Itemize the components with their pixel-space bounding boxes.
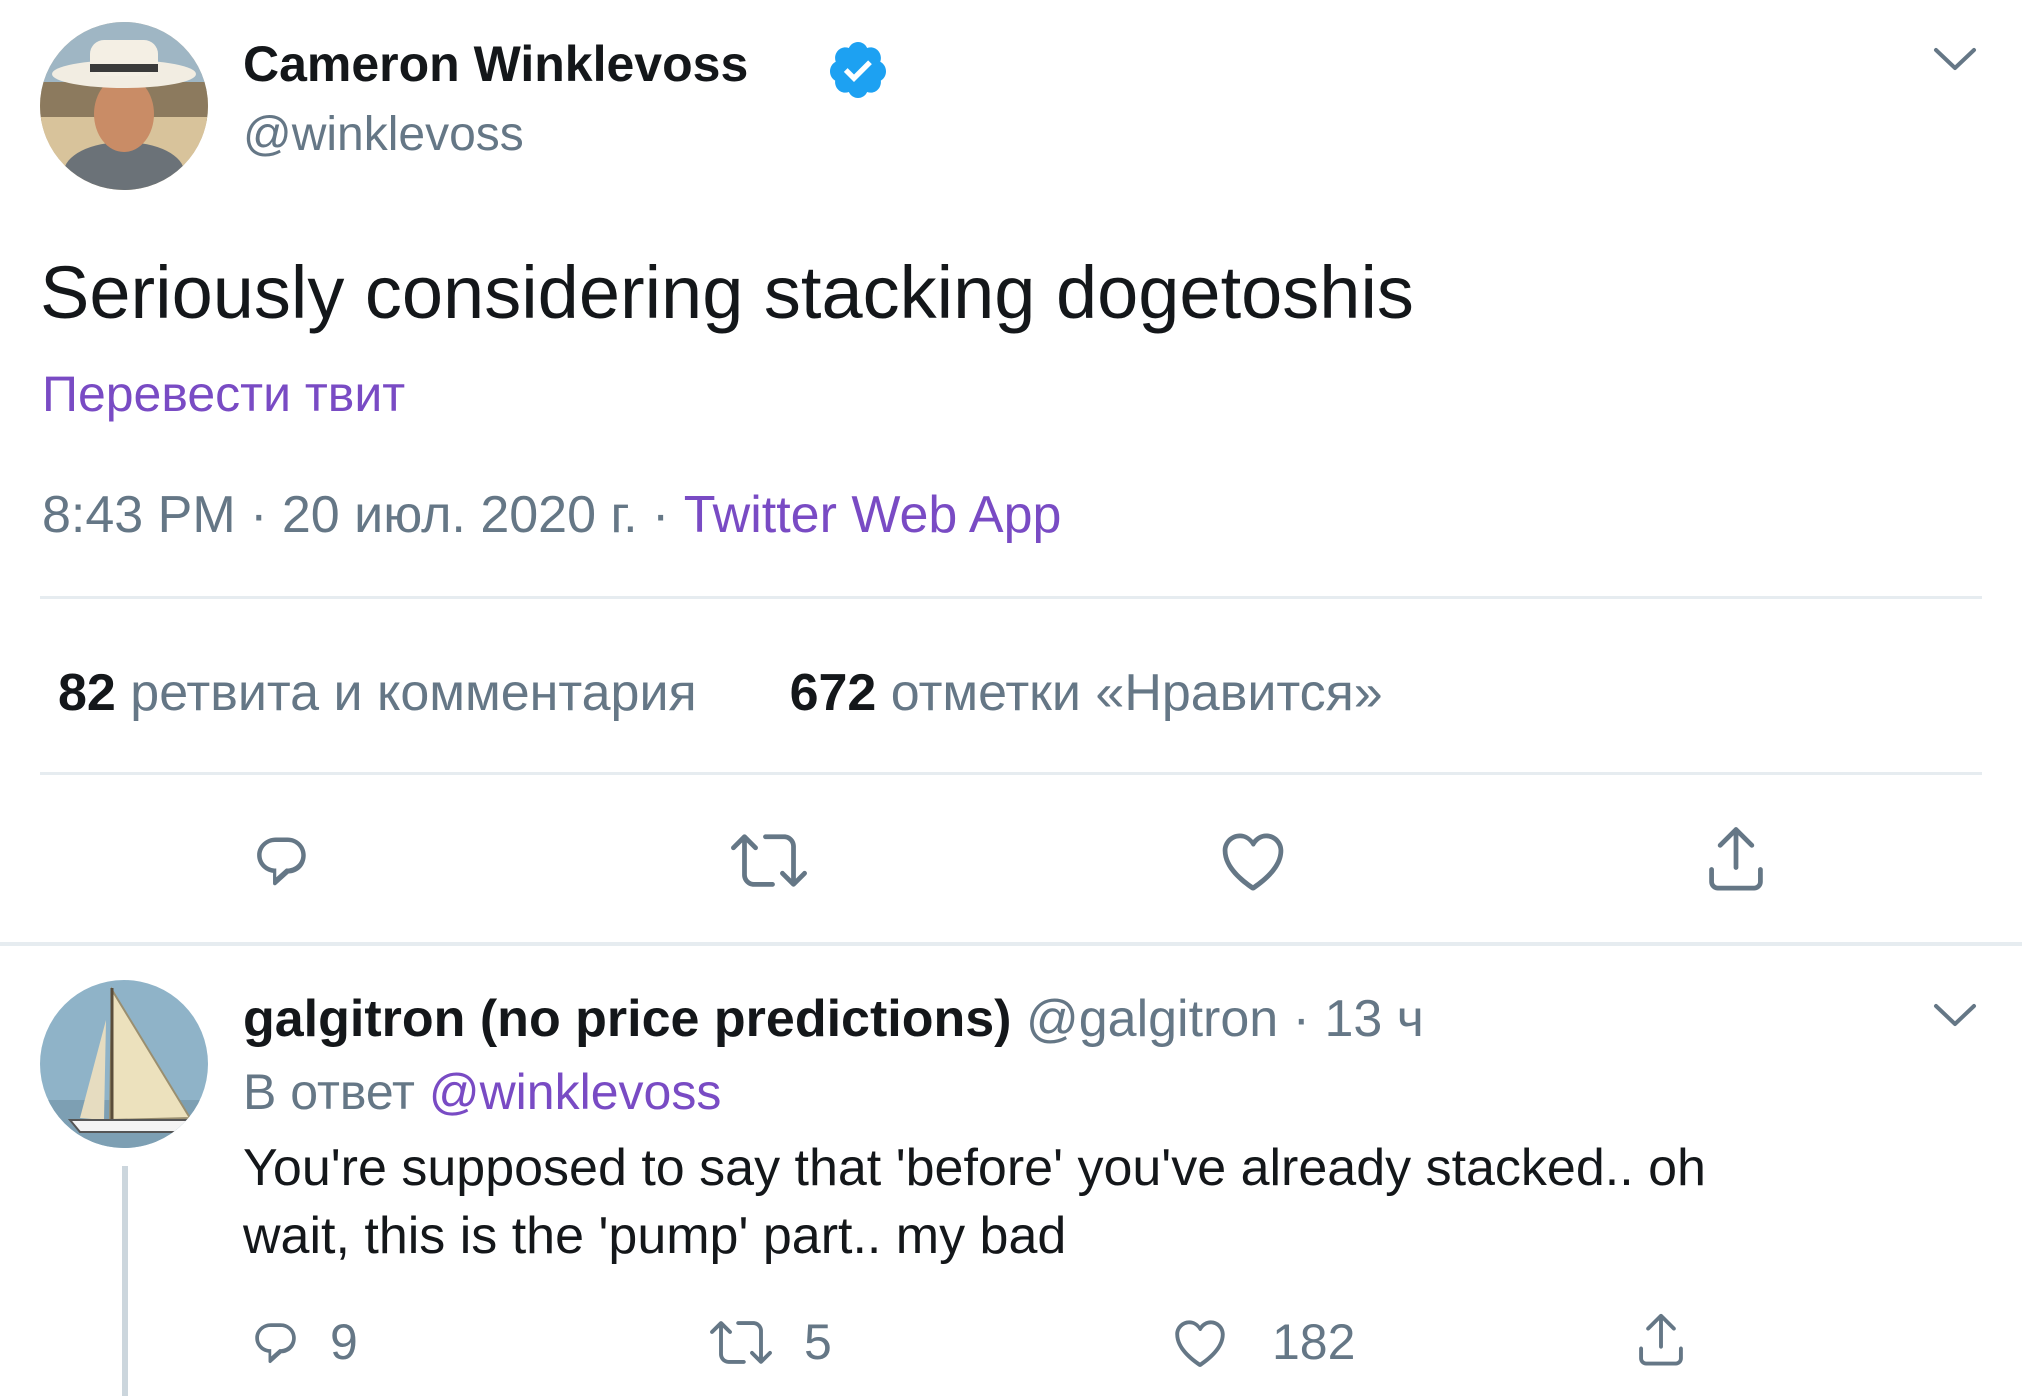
- reply-author-avatar[interactable]: [40, 980, 208, 1148]
- tweet-text: Seriously considering stacking dogetoshi…: [40, 251, 1414, 334]
- reply-context: В ответ @winklevoss: [243, 1062, 721, 1122]
- engagement-stats: 82 ретвита и комментария 672 отметки «Нр…: [58, 662, 1383, 724]
- likes-count: 672: [789, 664, 877, 722]
- reply-like-action[interactable]: 182: [1168, 1310, 1355, 1374]
- share-icon[interactable]: [1630, 1308, 1692, 1370]
- chevron-down-icon[interactable]: [1932, 1000, 1978, 1030]
- thread-separator: [0, 942, 2022, 946]
- reply-separator: ·: [1292, 990, 1310, 1048]
- reply-reply-action[interactable]: 9: [246, 1310, 358, 1374]
- like-count: 182: [1272, 1314, 1356, 1370]
- reply-text: You're supposed to say that 'before' you…: [243, 1134, 1706, 1270]
- in-reply-label: В ответ: [243, 1064, 415, 1120]
- reply-text-line: wait, this is the 'pump' part.. my bad: [243, 1207, 1067, 1265]
- reply-count: 9: [330, 1314, 358, 1370]
- retweet-icon: [706, 1311, 776, 1373]
- author-avatar[interactable]: [40, 22, 208, 190]
- divider: [40, 596, 1982, 599]
- in-reply-handle[interactable]: @winklevoss: [429, 1064, 722, 1120]
- reply-author-name[interactable]: galgitron (no price predictions): [243, 990, 1011, 1048]
- retweets-label: ретвита и комментария: [130, 664, 697, 722]
- likes-stat[interactable]: 672 отметки «Нравится»: [790, 664, 1383, 722]
- retweet-icon[interactable]: [726, 822, 812, 898]
- reply-author-handle[interactable]: @galgitron: [1026, 990, 1278, 1048]
- reply-text-line: You're supposed to say that 'before' you…: [243, 1139, 1706, 1197]
- retweets-count: 82: [58, 664, 116, 722]
- retweets-stat[interactable]: 82 ретвита и комментария: [58, 664, 711, 722]
- comment-icon: [246, 1312, 306, 1372]
- tweet-time: 8:43 PM: [42, 486, 236, 544]
- reply-time[interactable]: 13 ч: [1324, 990, 1423, 1048]
- translate-link[interactable]: Перевести твит: [42, 364, 405, 424]
- author-handle[interactable]: @winklevoss: [243, 106, 524, 164]
- reply-header: galgitron (no price predictions) @galgit…: [243, 988, 1424, 1050]
- divider: [40, 772, 1982, 775]
- heart-icon[interactable]: [1214, 822, 1292, 898]
- comment-icon[interactable]: [246, 824, 318, 896]
- tweet-meta: 8:43 PM · 20 июл. 2020 г. · Twitter Web …: [42, 484, 1061, 546]
- verified-badge-icon: [826, 38, 890, 102]
- retweet-count: 5: [804, 1314, 832, 1370]
- thread-line: [122, 1166, 128, 1396]
- author-name[interactable]: Cameron Winklevoss: [243, 34, 748, 94]
- tweet-date: 20 июл. 2020 г.: [281, 486, 638, 544]
- meta-separator: ·: [651, 486, 670, 544]
- meta-separator: ·: [250, 486, 268, 544]
- likes-label: отметки «Нравится»: [890, 664, 1383, 722]
- heart-icon: [1168, 1311, 1232, 1373]
- share-icon[interactable]: [1698, 820, 1774, 896]
- reply-retweet-action[interactable]: 5: [706, 1310, 832, 1374]
- chevron-down-icon[interactable]: [1932, 44, 1978, 74]
- tweet-source-link[interactable]: Twitter Web App: [684, 486, 1062, 544]
